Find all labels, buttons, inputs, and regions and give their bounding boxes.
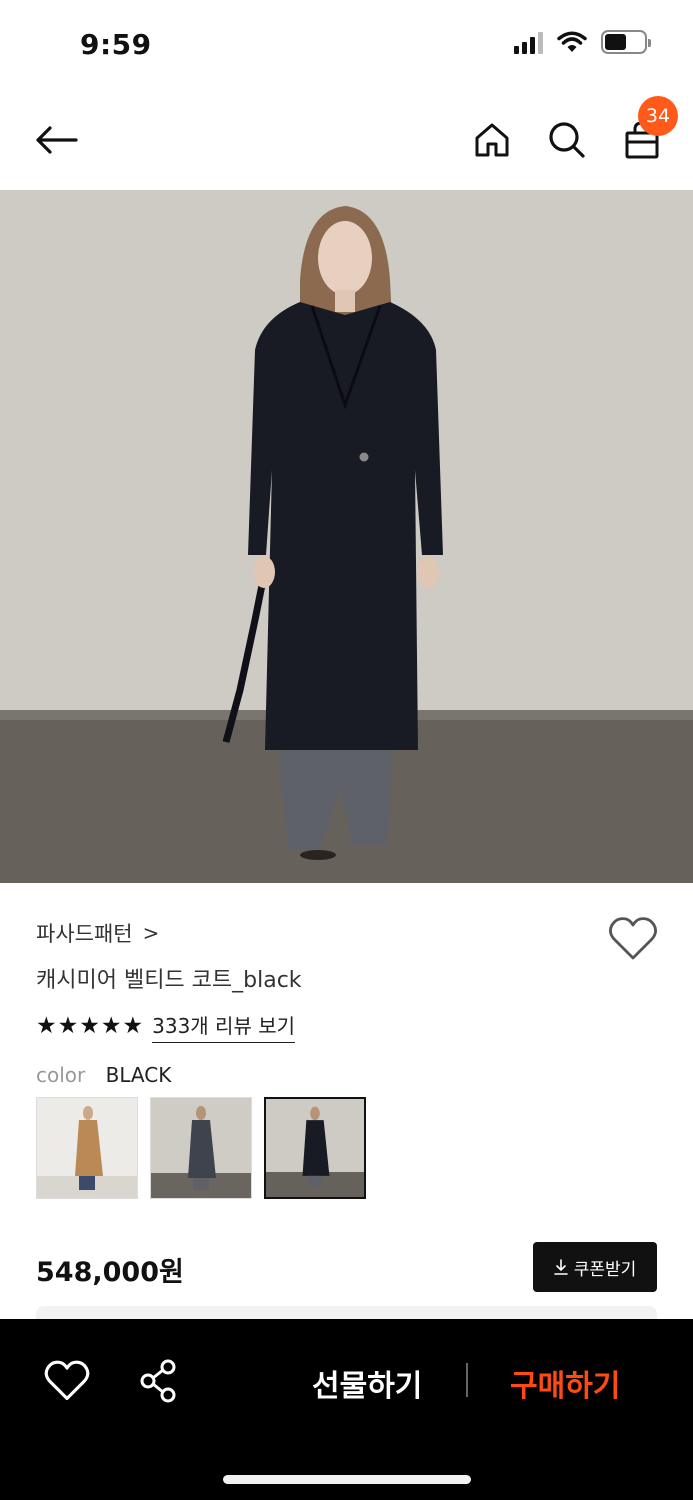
wifi-icon bbox=[557, 31, 587, 52]
share-icon bbox=[140, 1359, 176, 1403]
status-time: 9:59 bbox=[80, 28, 152, 61]
bottom-wishlist-button[interactable] bbox=[44, 1359, 90, 1403]
review-link[interactable]: 333개 리뷰 보기 bbox=[152, 1010, 296, 1043]
star-icon: ★ bbox=[57, 1013, 79, 1039]
cart-count-badge: 34 bbox=[638, 96, 678, 136]
brand-link[interactable]: 파사드패턴 > bbox=[36, 918, 159, 948]
chevron-right-icon: > bbox=[142, 921, 160, 945]
heart-icon bbox=[44, 1360, 90, 1401]
color-value: BLACK bbox=[105, 1063, 172, 1087]
swatch-charcoal[interactable] bbox=[150, 1097, 252, 1199]
home-button[interactable] bbox=[464, 112, 520, 168]
swatch-camel[interactable] bbox=[36, 1097, 138, 1199]
home-indicator bbox=[223, 1475, 471, 1484]
gift-button[interactable]: 선물하기 bbox=[312, 1361, 422, 1405]
wishlist-button[interactable] bbox=[608, 916, 658, 962]
nav-bar bbox=[0, 90, 693, 190]
swatch-black[interactable] bbox=[264, 1097, 366, 1199]
arrow-left-icon bbox=[36, 126, 78, 154]
product-photo bbox=[0, 190, 693, 883]
star-icon: ★ bbox=[122, 1013, 144, 1039]
color-swatches bbox=[36, 1097, 366, 1199]
rating-row: ★ ★ ★ ★ ★ 333개 리뷰 보기 bbox=[36, 1010, 296, 1043]
bottom-divider bbox=[466, 1363, 468, 1397]
coupon-label: 쿠폰받기 bbox=[573, 1259, 637, 1280]
color-row: color BLACK bbox=[36, 1063, 171, 1087]
battery-icon bbox=[601, 30, 651, 54]
home-icon bbox=[475, 123, 509, 157]
brand-name: 파사드패턴 bbox=[36, 922, 133, 946]
product-title: 캐시미어 벨티드 코트_black bbox=[36, 968, 302, 993]
heart-icon bbox=[609, 917, 657, 960]
rating-stars: ★ ★ ★ ★ ★ bbox=[36, 1015, 143, 1038]
star-icon: ★ bbox=[79, 1013, 100, 1039]
share-button[interactable] bbox=[136, 1359, 182, 1403]
product-price: 548,000원 bbox=[36, 1257, 184, 1288]
coupon-button[interactable]: 쿠폰받기 bbox=[533, 1242, 657, 1292]
search-button[interactable] bbox=[539, 112, 595, 168]
section-divider bbox=[36, 1306, 657, 1320]
back-button[interactable] bbox=[28, 112, 84, 168]
product-image[interactable] bbox=[0, 190, 693, 883]
download-icon bbox=[553, 1259, 568, 1275]
color-label: color bbox=[36, 1063, 86, 1087]
buy-button[interactable]: 구매하기 bbox=[510, 1361, 620, 1405]
star-icon: ★ bbox=[100, 1013, 122, 1039]
search-icon bbox=[549, 122, 585, 158]
cellular-signal-icon bbox=[514, 30, 543, 54]
status-bar: 9:59 bbox=[0, 0, 693, 90]
bottom-action-bar: 선물하기 구매하기 bbox=[0, 1319, 693, 1500]
status-icons bbox=[514, 30, 651, 54]
star-icon: ★ bbox=[36, 1013, 57, 1039]
